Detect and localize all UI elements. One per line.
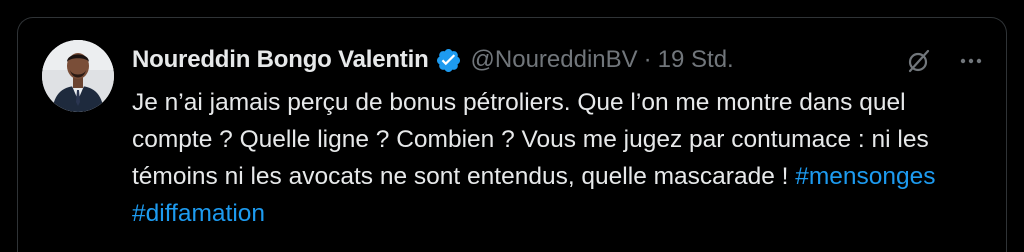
timestamp[interactable]: 19 Std. (658, 46, 734, 74)
profile-photo-icon (42, 40, 114, 112)
tweet-card[interactable]: Noureddin Bongo Valentin @NoureddinBV · … (17, 17, 1007, 252)
separator-dot: · (643, 46, 652, 73)
tweet-actions (904, 46, 986, 76)
author-display-name[interactable]: Noureddin Bongo Valentin (132, 46, 429, 74)
verified-badge-icon[interactable] (435, 47, 462, 74)
more-options-icon[interactable] (956, 46, 986, 76)
hashtag-link[interactable]: #mensonges (795, 163, 935, 190)
tweet-header: Noureddin Bongo Valentin @NoureddinBV · … (132, 42, 734, 78)
tweet-text: Je n’ai jamais perçu de bonus pétroliers… (132, 84, 982, 232)
avatar[interactable] (42, 40, 114, 112)
grok-icon[interactable] (904, 46, 934, 76)
author-handle[interactable]: @NoureddinBV (471, 46, 638, 74)
hashtag-link[interactable]: #diffamation (132, 200, 265, 227)
